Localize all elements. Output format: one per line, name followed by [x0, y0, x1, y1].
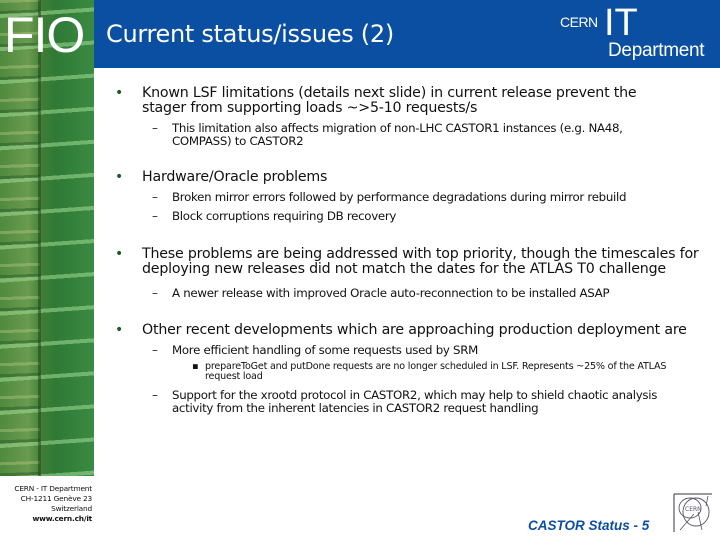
- dash-icon: –: [152, 190, 158, 204]
- sub-bullet-text: Broken mirror errors followed by perform…: [172, 190, 627, 204]
- dash-icon: –: [152, 343, 158, 357]
- bullet-item: • Hardware/Oracle problems: [112, 170, 712, 185]
- bullet-icon: •: [115, 322, 124, 338]
- sub-bullet-item: – This limitation also affects migration…: [112, 122, 684, 148]
- bullet-icon: •: [115, 85, 124, 101]
- slide-header: Current status/issues (2) CERN IT Depart…: [94, 0, 720, 68]
- sub-sub-bullet-text: prepareToGet and putDone requests are no…: [205, 361, 667, 382]
- footer-address: CERN - IT Department CH-1211 Genève 23 S…: [14, 484, 92, 524]
- sub-bullet-text: A newer release with improved Oracle aut…: [172, 286, 610, 300]
- sub-bullet-item: – Block corruptions requiring DB recover…: [112, 210, 712, 223]
- cern-it-logo: CERN IT Department: [560, 4, 720, 62]
- sub-bullet-text: Block corruptions requiring DB recovery: [172, 209, 397, 223]
- svg-text:CERN: CERN: [685, 506, 702, 513]
- sub-bullet-text: Support for the xrootd protocol in CASTO…: [172, 388, 658, 415]
- dash-icon: –: [152, 209, 158, 223]
- it-logo-text: IT: [604, 2, 638, 44]
- sub-bullet-item: – More efficient handling of some reques…: [112, 344, 712, 357]
- bullet-icon: •: [115, 246, 124, 262]
- fio-logo: FIO: [4, 7, 85, 63]
- website-link[interactable]: www.cern.ch/it: [14, 514, 92, 524]
- sub-bullet-text: This limitation also affects migration o…: [172, 121, 623, 148]
- sub-sub-bullet-item: ▪ prepareToGet and putDone requests are …: [112, 362, 692, 382]
- sub-bullet-item: – Broken mirror errors followed by perfo…: [112, 191, 712, 204]
- dash-icon: –: [152, 388, 158, 402]
- sub-bullet-item: – A newer release with improved Oracle a…: [112, 287, 712, 300]
- dash-icon: –: [152, 286, 158, 300]
- department-logo-text: Department: [608, 40, 705, 61]
- address-line: CH-1211 Genève 23: [20, 494, 93, 503]
- bullet-text: These problems are being addressed with …: [142, 246, 699, 277]
- bullet-item: • Known LSF limitations (details next sl…: [112, 86, 660, 116]
- slide-number-label: CASTOR Status - 5: [528, 518, 650, 533]
- dash-icon: –: [152, 121, 158, 135]
- bullet-item: • These problems are being addressed wit…: [112, 247, 702, 277]
- address-line: Switzerland: [51, 504, 92, 513]
- slide-title: Current status/issues (2): [106, 20, 394, 48]
- cern-logo-text: CERN: [560, 14, 598, 30]
- sub-bullet-item: – Support for the xrootd protocol in CAS…: [112, 389, 684, 415]
- bullet-text: Other recent developments which are appr…: [142, 322, 687, 338]
- address-line: CERN - IT Department: [14, 484, 92, 493]
- bullet-icon: •: [115, 169, 124, 185]
- cern-emblem-icon: CERN: [673, 493, 712, 532]
- bullet-text: Known LSF limitations (details next slid…: [142, 85, 637, 116]
- sub-bullet-text: More efficient handling of some requests…: [172, 343, 478, 357]
- bullet-item: • Other recent developments which are ap…: [112, 323, 687, 338]
- sidebar-image: FIO: [0, 0, 94, 476]
- square-bullet-icon: ▪: [192, 361, 199, 372]
- bullet-text: Hardware/Oracle problems: [142, 169, 328, 185]
- slide-content: • Known LSF limitations (details next sl…: [112, 86, 712, 415]
